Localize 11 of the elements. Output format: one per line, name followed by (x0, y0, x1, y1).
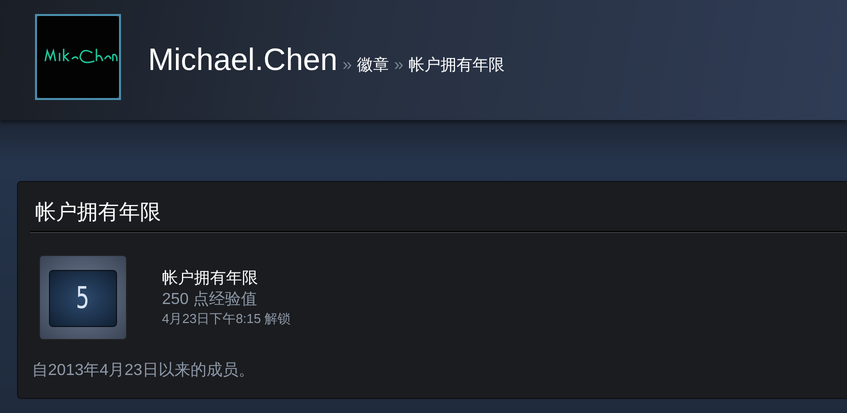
breadcrumb-separator: » (342, 55, 352, 75)
unlock-time: 4月23日下午8:15 解锁 (162, 310, 291, 328)
badge-xp: 250 点经验值 (162, 290, 258, 310)
breadcrumb-link[interactable]: 帐户拥有年限 (408, 55, 504, 76)
card-title: 帐户拥有年限 (35, 200, 162, 226)
badge-description: 自2013年4月23日以来的成员。 (32, 360, 256, 381)
user-name-link[interactable]: Michael.Chen (148, 42, 338, 78)
breadcrumb-link[interactable]: 徽章 (357, 55, 390, 76)
badge-icon: 5 (39, 255, 127, 340)
breadcrumb-separator: » (394, 55, 404, 75)
badge-name: 帐户拥有年限 (162, 268, 259, 288)
